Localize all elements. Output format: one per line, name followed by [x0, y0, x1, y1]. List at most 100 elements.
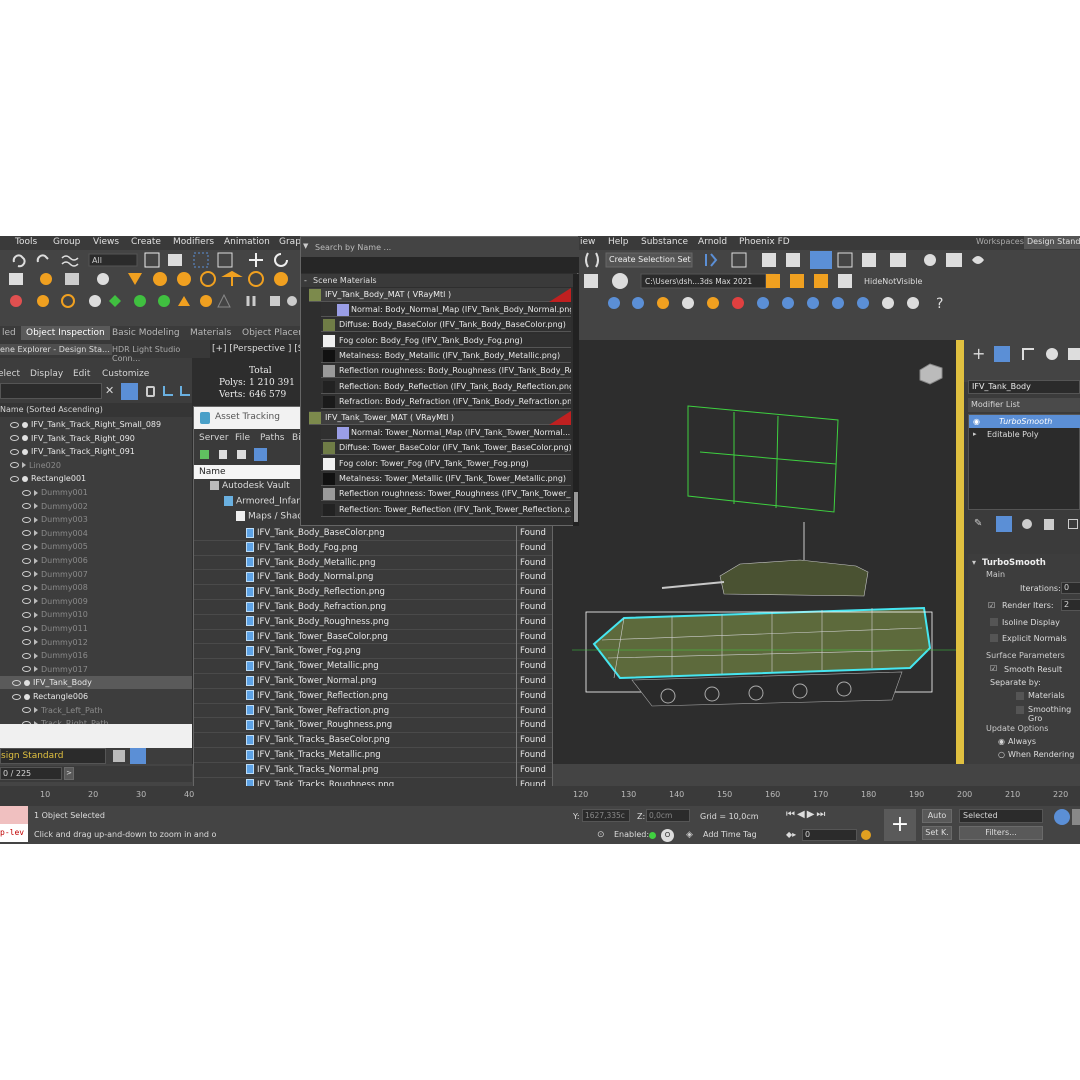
- freeze-dot-icon[interactable]: [22, 421, 28, 428]
- rollout-title[interactable]: TurboSmooth: [982, 558, 1046, 568]
- helper-object-icon[interactable]: [34, 584, 38, 591]
- isolate-icon[interactable]: O: [661, 829, 674, 842]
- scene-tree-row[interactable]: Dummy017: [0, 663, 192, 676]
- light-icon[interactable]: [128, 273, 142, 285]
- ies-light-icon[interactable]: [248, 271, 264, 287]
- record-icon[interactable]: [10, 295, 22, 307]
- tab-modeled[interactable]: led: [0, 326, 21, 340]
- material-map-row[interactable]: Fog color: Tower_Fog (IFV_Tank_Tower_Fog…: [321, 456, 571, 471]
- table-icon[interactable]: [237, 450, 246, 459]
- scene-tree-row[interactable]: Dummy009: [0, 595, 192, 608]
- eye-icon[interactable]: ◉: [973, 417, 980, 426]
- menu-display[interactable]: Display: [30, 369, 63, 379]
- helper-object-icon[interactable]: [34, 571, 38, 578]
- maxscript-listener-top[interactable]: [0, 806, 28, 824]
- scene-tree-row[interactable]: IFV_Tank_Body: [0, 676, 192, 690]
- tank-model[interactable]: [572, 340, 964, 764]
- visibility-eye-icon[interactable]: [22, 611, 31, 618]
- helper-object-icon[interactable]: [34, 489, 38, 496]
- material-icon[interactable]: [37, 295, 49, 307]
- helper-icon[interactable]: [109, 295, 121, 307]
- menu-animation[interactable]: Animation: [224, 237, 270, 247]
- scene-explorer-icon[interactable]: [786, 253, 800, 267]
- asset-file-row[interactable]: IFV_Tank_Tower_Roughness.png Found: [194, 718, 552, 734]
- region-select-icon[interactable]: [193, 252, 209, 268]
- helper-object-icon[interactable]: [34, 639, 38, 646]
- scene-tree-row[interactable]: Dummy007: [0, 568, 192, 581]
- material-map-row[interactable]: Diffuse: Tower_BaseColor (IFV_Tank_Tower…: [321, 441, 571, 456]
- vray-plane-icon[interactable]: [732, 297, 744, 309]
- material-map-row[interactable]: Normal: Body_Normal_Map (IFV_Tank_Body_N…: [321, 303, 571, 317]
- asset-file-row[interactable]: IFV_Tank_Tower_BaseColor.png Found: [194, 630, 552, 645]
- visibility-eye-icon[interactable]: [22, 557, 31, 564]
- auto-key-button[interactable]: Auto: [922, 809, 952, 823]
- modifier-list-dropdown[interactable]: Modifier List: [968, 398, 1080, 412]
- helper-object-icon[interactable]: [34, 530, 38, 537]
- zoom-icon[interactable]: [1054, 809, 1070, 825]
- brace-icon[interactable]: [585, 252, 599, 268]
- filter-icon[interactable]: [121, 383, 138, 400]
- list-icon[interactable]: [219, 450, 227, 459]
- layer-dropdown[interactable]: sign Standard: [0, 748, 106, 764]
- visibility-eye-icon[interactable]: [22, 543, 31, 550]
- key-mode-icon[interactable]: ◆▸: [786, 830, 796, 839]
- iterations-spinner[interactable]: 0: [1061, 582, 1080, 594]
- gizmo-icon[interactable]: [134, 295, 146, 307]
- menu-arnold[interactable]: Arnold: [698, 237, 727, 247]
- z-coord-field[interactable]: 0,0cm: [646, 809, 690, 822]
- visibility-eye-icon[interactable]: [10, 448, 19, 455]
- modify-tab-icon[interactable]: [994, 346, 1010, 362]
- material-map-row[interactable]: Reflection roughness: Tower_Roughness (I…: [321, 487, 571, 502]
- camera-icon[interactable]: [97, 273, 109, 285]
- time-slider[interactable]: 0 / 225: [0, 767, 62, 780]
- dome-light-icon[interactable]: [200, 271, 216, 287]
- viewport-label[interactable]: [+] [Perspective ] [Sta: [212, 344, 313, 354]
- freeze-dot-icon[interactable]: [24, 693, 30, 700]
- scene-tree-row[interactable]: Dummy010: [0, 608, 192, 621]
- visibility-eye-icon[interactable]: [22, 489, 31, 496]
- mesh-light-icon[interactable]: [274, 272, 288, 286]
- asset-file-row[interactable]: IFV_Tank_Tower_Metallic.png Found: [194, 659, 552, 674]
- vray-scatter-icon[interactable]: [882, 297, 894, 309]
- grid-view-icon[interactable]: [254, 448, 267, 461]
- material-map-row[interactable]: Diffuse: Body_BaseColor (IFV_Tank_Body_B…: [321, 318, 571, 333]
- sun-icon[interactable]: [177, 272, 191, 286]
- vray-mesh-icon[interactable]: [807, 297, 819, 309]
- unlink-icon[interactable]: [36, 254, 49, 263]
- render-frame-icon[interactable]: [9, 273, 23, 285]
- bind-icon[interactable]: [61, 255, 79, 267]
- asset-file-row[interactable]: IFV_Tank_Body_Reflection.png Found: [194, 585, 552, 600]
- mirror-icon[interactable]: [705, 253, 718, 267]
- asset-file-row[interactable]: IFV_Tank_Tower_Reflection.png Found: [194, 689, 552, 704]
- materials-checkbox[interactable]: [1016, 692, 1024, 700]
- scene-tree-row[interactable]: Dummy011: [0, 622, 192, 635]
- vray-volume-icon[interactable]: [907, 297, 919, 309]
- visibility-eye-icon[interactable]: [12, 679, 21, 686]
- vray-dome-icon[interactable]: [757, 297, 769, 309]
- scene-tree-row[interactable]: Track_Left_Path: [0, 704, 192, 717]
- add-time-tag-button[interactable]: Add Time Tag: [703, 830, 757, 839]
- vray-icon[interactable]: [612, 273, 628, 289]
- tower-material-row[interactable]: IFV_Tank_Tower_MAT ( VRayMtl ): [309, 411, 571, 425]
- link-icon[interactable]: [12, 254, 26, 268]
- always-radio[interactable]: ◉: [998, 737, 1005, 746]
- vray-sun-icon[interactable]: [632, 297, 644, 309]
- scene-tree-row[interactable]: Dummy003: [0, 513, 192, 526]
- scene-tree-row[interactable]: Dummy012: [0, 636, 192, 649]
- key-filters-button[interactable]: Filters...: [959, 826, 1043, 840]
- close-icon[interactable]: ✕: [105, 384, 114, 397]
- material-map-row[interactable]: Reflection roughness: Body_Roughness (IF…: [321, 364, 571, 379]
- visibility-eye-icon[interactable]: [22, 652, 31, 659]
- freeze-dot-icon[interactable]: [24, 679, 30, 686]
- menu-graph[interactable]: Grap: [279, 237, 301, 247]
- menu-group[interactable]: Group: [53, 237, 80, 247]
- view-cube-icon[interactable]: [919, 363, 943, 385]
- cone-icon[interactable]: [178, 296, 190, 306]
- umbrella-light-icon[interactable]: [221, 270, 243, 286]
- vray-mtl-icon[interactable]: [657, 297, 669, 309]
- y-coord-field[interactable]: 1627,335c: [582, 809, 630, 822]
- visibility-eye-icon[interactable]: [22, 666, 31, 673]
- time-slider-next-icon[interactable]: >: [64, 767, 74, 780]
- vault-row[interactable]: Autodesk Vault: [210, 481, 290, 491]
- visibility-eye-icon[interactable]: [22, 516, 31, 523]
